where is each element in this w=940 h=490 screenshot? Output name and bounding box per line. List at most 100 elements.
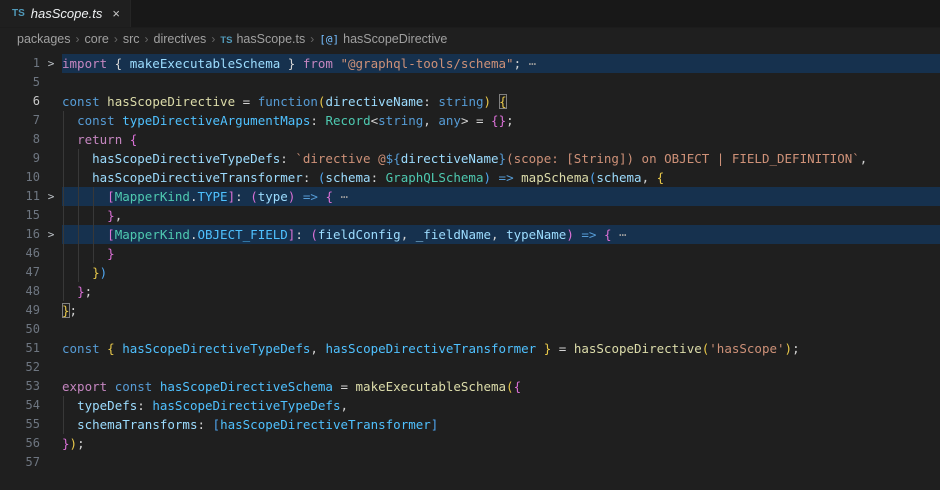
fold-chevron-icon[interactable]: > xyxy=(40,54,62,73)
symbol-variable-icon: [@] xyxy=(319,33,339,46)
close-icon[interactable]: × xyxy=(112,7,120,20)
code-text: [MapperKind.OBJECT_FIELD]: (fieldConfig,… xyxy=(62,225,940,244)
code-line[interactable]: 10 hasScopeDirectiveTransformer: (schema… xyxy=(0,168,940,187)
breadcrumb-symbol-label: hasScopeDirective xyxy=(343,32,447,46)
chevron-right-icon: › xyxy=(114,32,118,46)
code-line[interactable]: 5 xyxy=(0,73,940,92)
code-line[interactable]: 46 } xyxy=(0,244,940,263)
code-line[interactable]: 16> [MapperKind.OBJECT_FIELD]: (fieldCon… xyxy=(0,225,940,244)
code-line[interactable]: 55 schemaTransforms: [hasScopeDirectiveT… xyxy=(0,415,940,434)
line-number: 7 xyxy=(0,111,40,130)
fold-gutter xyxy=(40,320,62,339)
fold-gutter xyxy=(40,282,62,301)
fold-chevron-icon[interactable]: > xyxy=(40,225,62,244)
breadcrumb-item-core[interactable]: core xyxy=(85,32,109,46)
fold-gutter xyxy=(40,130,62,149)
matched-bracket: } xyxy=(62,303,70,318)
line-number: 51 xyxy=(0,339,40,358)
fold-gutter xyxy=(40,92,62,111)
line-number: 53 xyxy=(0,377,40,396)
chevron-right-icon: › xyxy=(145,32,149,46)
fold-gutter xyxy=(40,263,62,282)
line-number: 8 xyxy=(0,130,40,149)
fold-gutter xyxy=(40,453,62,472)
line-number: 52 xyxy=(0,358,40,377)
code-line[interactable]: 50 xyxy=(0,320,940,339)
line-number: 46 xyxy=(0,244,40,263)
line-number: 9 xyxy=(0,149,40,168)
fold-gutter xyxy=(40,358,62,377)
fold-gutter xyxy=(40,377,62,396)
code-line[interactable]: 11> [MapperKind.TYPE]: (type) => { ⋯ xyxy=(0,187,940,206)
code-line[interactable]: 7 const typeDirectiveArgumentMaps: Recor… xyxy=(0,111,940,130)
code-text: const { hasScopeDirectiveTypeDefs, hasSc… xyxy=(62,339,940,358)
line-number: 57 xyxy=(0,453,40,472)
code-line[interactable]: 49}; xyxy=(0,301,940,320)
code-text: hasScopeDirectiveTypeDefs: `directive @$… xyxy=(62,149,940,168)
code-text: schemaTransforms: [hasScopeDirectiveTran… xyxy=(62,415,940,434)
line-number: 50 xyxy=(0,320,40,339)
code-line[interactable]: 48 }; xyxy=(0,282,940,301)
line-number: 56 xyxy=(0,434,40,453)
code-line[interactable]: 15 }, xyxy=(0,206,940,225)
fold-gutter xyxy=(40,339,62,358)
breadcrumb-item-directives[interactable]: directives xyxy=(154,32,207,46)
code-text: const typeDirectiveArgumentMaps: Record<… xyxy=(62,111,940,130)
code-text: }; xyxy=(62,301,940,320)
code-line[interactable]: 1>import { makeExecutableSchema } from "… xyxy=(0,54,940,73)
fold-gutter xyxy=(40,73,62,92)
code-line[interactable]: 6 const hasScopeDirective = function(dire… xyxy=(0,92,940,111)
code-editor[interactable]: 1>import { makeExecutableSchema } from "… xyxy=(0,50,940,472)
line-number: 6 xyxy=(0,92,40,111)
code-line[interactable]: 8 return { xyxy=(0,130,940,149)
tab-title: hasScope.ts xyxy=(31,6,103,21)
code-line[interactable]: 52 xyxy=(0,358,940,377)
code-text: hasScopeDirectiveTransformer: (schema: G… xyxy=(62,168,940,187)
code-text: const hasScopeDirective = function(direc… xyxy=(62,92,940,111)
code-text: return { xyxy=(62,130,940,149)
code-text xyxy=(62,358,940,377)
line-number: 15 xyxy=(0,206,40,225)
tab-bar: TS hasScope.ts × xyxy=(0,0,940,28)
matched-bracket: { xyxy=(499,94,507,109)
breadcrumb-item-file[interactable]: TShasScope.ts xyxy=(220,32,305,46)
fold-gutter xyxy=(40,301,62,320)
code-line[interactable]: 9 hasScopeDirectiveTypeDefs: `directive … xyxy=(0,149,940,168)
code-text: }) xyxy=(62,263,940,282)
code-text: }); xyxy=(62,434,940,453)
fold-gutter xyxy=(40,434,62,453)
line-number: 49 xyxy=(0,301,40,320)
code-line[interactable]: 53export const hasScopeDirectiveSchema =… xyxy=(0,377,940,396)
line-number: 10 xyxy=(0,168,40,187)
code-line[interactable]: 54 typeDefs: hasScopeDirectiveTypeDefs, xyxy=(0,396,940,415)
fold-gutter xyxy=(40,206,62,225)
code-text: [MapperKind.TYPE]: (type) => { ⋯ xyxy=(62,187,940,206)
chevron-right-icon: › xyxy=(211,32,215,46)
code-line[interactable]: 51 const { hasScopeDirectiveTypeDefs, has… xyxy=(0,339,940,358)
line-number: 55 xyxy=(0,415,40,434)
code-line[interactable]: 47 }) xyxy=(0,263,940,282)
code-text: } xyxy=(62,244,940,263)
breadcrumb-item-packages[interactable]: packages xyxy=(17,32,71,46)
breadcrumb: packages › core › src › directives › TShasScope.… xyxy=(0,28,940,50)
fold-gutter xyxy=(40,168,62,187)
fold-gutter xyxy=(40,111,62,130)
fold-chevron-icon[interactable]: > xyxy=(40,187,62,206)
line-number: 54 xyxy=(0,396,40,415)
typescript-file-icon: TS xyxy=(12,8,25,19)
code-text: }, xyxy=(62,206,940,225)
breadcrumb-item-symbol[interactable]: [@] hasScopeDirective xyxy=(319,32,447,46)
line-number: 1 xyxy=(0,54,40,73)
code-line[interactable]: 57 xyxy=(0,453,940,472)
breadcrumb-item-src[interactable]: src xyxy=(123,32,140,46)
code-text: typeDefs: hasScopeDirectiveTypeDefs, xyxy=(62,396,940,415)
line-number: 47 xyxy=(0,263,40,282)
code-text: }; xyxy=(62,282,940,301)
tab-hasscope-ts[interactable]: TS hasScope.ts × xyxy=(0,0,131,27)
line-number: 16 xyxy=(0,225,40,244)
code-text xyxy=(62,453,940,472)
line-number: 11 xyxy=(0,187,40,206)
breadcrumb-file-label: hasScope.ts xyxy=(236,32,305,46)
code-line[interactable]: 56}); xyxy=(0,434,940,453)
chevron-right-icon: › xyxy=(76,32,80,46)
